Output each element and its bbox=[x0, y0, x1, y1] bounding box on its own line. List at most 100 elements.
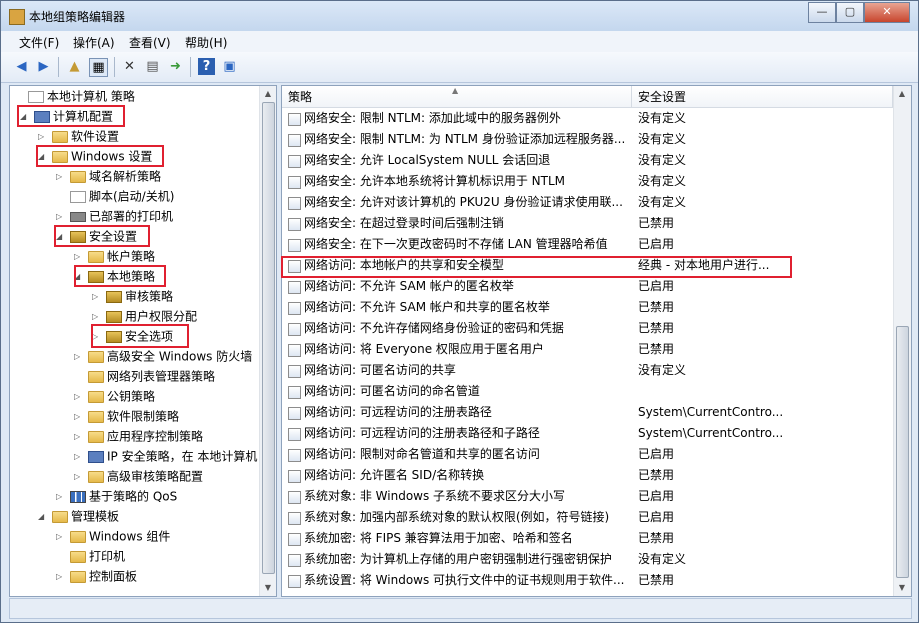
tree-item-public-key-policies[interactable]: ▷ 公钥策略 bbox=[74, 386, 155, 406]
delete-icon[interactable]: ✕ bbox=[121, 58, 138, 75]
close-button[interactable]: ✕ bbox=[864, 2, 910, 23]
expand-arrow-icon[interactable]: ▷ bbox=[56, 527, 66, 547]
forward-arrow-icon[interactable]: ▶ bbox=[35, 58, 52, 75]
expand-arrow-icon[interactable]: ▷ bbox=[74, 427, 84, 447]
tree-item-account-policies[interactable]: ▷ 帐户策略 bbox=[74, 246, 155, 266]
expand-arrow-icon[interactable]: ▷ bbox=[74, 407, 84, 427]
policy-row[interactable]: 系统加密: 为计算机上存储的用户密钥强制进行强密钥保护 没有定义 bbox=[282, 549, 893, 570]
title-bar[interactable]: 本地组策略编辑器 — ▢ ✕ bbox=[1, 1, 918, 31]
help-icon[interactable]: ? bbox=[198, 58, 215, 75]
policy-item-icon bbox=[288, 407, 301, 420]
back-arrow-icon[interactable]: ◀ bbox=[13, 58, 30, 75]
tree-item-control-panel[interactable]: ▷ 控制面板 bbox=[56, 566, 137, 586]
policy-doc-icon bbox=[28, 90, 44, 103]
expand-arrow-icon[interactable]: ▷ bbox=[74, 467, 84, 487]
menu-help[interactable]: 帮助(H) bbox=[185, 34, 227, 51]
tree-item-user-rights[interactable]: ▷ 用户权限分配 bbox=[92, 306, 197, 326]
expand-arrow-icon[interactable]: ▷ bbox=[92, 307, 102, 327]
expand-arrow-icon[interactable]: ▷ bbox=[74, 247, 84, 267]
policy-row[interactable]: 网络安全: 允许本地系统将计算机标识用于 NTLM 没有定义 bbox=[282, 171, 893, 192]
export-list-icon[interactable]: ➜ bbox=[167, 58, 184, 75]
column-header-security-setting[interactable]: 安全设置 bbox=[632, 86, 893, 108]
expand-arrow-icon[interactable]: ▷ bbox=[74, 387, 84, 407]
tree-item-windows-components[interactable]: ▷ Windows 组件 bbox=[56, 526, 170, 546]
list-scrollbar[interactable]: ▲ ▼ bbox=[893, 86, 911, 596]
maximize-button[interactable]: ▢ bbox=[836, 2, 864, 23]
policy-list-pane[interactable]: ▲ 策略 安全设置 网络安全: 限制 NTLM: 添加此域中的服务器例外 没有定义… bbox=[281, 85, 912, 597]
tree-scrollbar[interactable]: ▲ ▼ bbox=[259, 86, 276, 596]
policy-row[interactable]: 网络访问: 限制对命名管道和共享的匿名访问 已启用 bbox=[282, 444, 893, 465]
policy-row[interactable]: 网络安全: 允许对该计算机的 PKU2U 身份验证请求使用联... 没有定义 bbox=[282, 192, 893, 213]
tree-item-printers[interactable]: 打印机 bbox=[56, 546, 125, 566]
policy-row[interactable]: 网络访问: 将 Everyone 权限应用于匿名用户 已禁用 bbox=[282, 339, 893, 360]
minimize-button[interactable]: — bbox=[808, 2, 836, 23]
menu-action[interactable]: 操作(A) bbox=[73, 34, 115, 51]
expand-arrow-icon[interactable]: ▷ bbox=[56, 167, 66, 187]
tree-item-policy-based-qos[interactable]: ▷ 基于策略的 QoS bbox=[56, 486, 177, 506]
show-action-pane-icon[interactable]: ▣ bbox=[221, 58, 238, 75]
expand-arrow-icon[interactable]: ▷ bbox=[92, 287, 102, 307]
tree-item-network-list-manager[interactable]: 网络列表管理器策略 bbox=[74, 366, 215, 386]
properties-icon[interactable]: ▤ bbox=[144, 58, 161, 75]
tree-item-admin-templates[interactable]: ◢ 管理模板 bbox=[38, 506, 119, 526]
policy-row[interactable]: 系统设置: 将 Windows 可执行文件中的证书规则用于软件... 已禁用 bbox=[282, 570, 893, 591]
policy-row[interactable]: 网络访问: 可匿名访问的共享 没有定义 bbox=[282, 360, 893, 381]
tree-item-advanced-firewall[interactable]: ▷ 高级安全 Windows 防火墙 bbox=[74, 346, 252, 366]
policy-row[interactable]: 网络访问: 不允许 SAM 帐户和共享的匿名枚举 已禁用 bbox=[282, 297, 893, 318]
policy-row[interactable]: 网络安全: 限制 NTLM: 为 NTLM 身份验证添加远程服务器... 没有定义 bbox=[282, 129, 893, 150]
tree-scroll-thumb[interactable] bbox=[262, 102, 275, 574]
menu-view[interactable]: 查看(V) bbox=[129, 34, 171, 51]
policy-row[interactable]: 系统对象: 非 Windows 子系统不要求区分大小写 已启用 bbox=[282, 486, 893, 507]
expand-arrow-icon[interactable]: ▷ bbox=[56, 487, 66, 507]
expand-arrow-icon[interactable]: ▷ bbox=[74, 447, 84, 467]
tree-item-software-restriction[interactable]: ▷ 软件限制策略 bbox=[74, 406, 179, 426]
collapse-arrow-icon[interactable]: ◢ bbox=[38, 147, 48, 167]
scroll-up-arrow-icon[interactable]: ▲ bbox=[894, 86, 910, 102]
show-tree-icon[interactable]: ▦ bbox=[89, 58, 108, 77]
tree-item-computer-config[interactable]: ◢ 计算机配置 bbox=[20, 106, 113, 126]
policy-row[interactable]: 网络安全: 在超过登录时间后强制注销 已禁用 bbox=[282, 213, 893, 234]
policy-row[interactable]: 网络访问: 不允许 SAM 帐户的匿名枚举 已启用 bbox=[282, 276, 893, 297]
tree-item-windows-settings[interactable]: ◢ Windows 设置 bbox=[38, 146, 152, 166]
scroll-up-arrow-icon[interactable]: ▲ bbox=[260, 86, 276, 102]
policy-row[interactable]: 网络安全: 允许 LocalSystem NULL 会话回退 没有定义 bbox=[282, 150, 893, 171]
tree-item-app-control-policies[interactable]: ▷ 应用程序控制策略 bbox=[74, 426, 203, 446]
tree-item-audit-policy[interactable]: ▷ 审核策略 bbox=[92, 286, 173, 306]
tree-item-advanced-audit[interactable]: ▷ 高级审核策略配置 bbox=[74, 466, 203, 486]
policy-row[interactable]: 网络安全: 在下一次更改密码时不存储 LAN 管理器哈希值 已启用 bbox=[282, 234, 893, 255]
policy-row[interactable]: 网络访问: 可匿名访问的命名管道 bbox=[282, 381, 893, 402]
expand-arrow-icon[interactable]: ▷ bbox=[56, 207, 66, 227]
menu-file[interactable]: 文件(F) bbox=[19, 34, 59, 51]
tree-item-security-options[interactable]: ▷ 安全选项 bbox=[92, 326, 173, 346]
column-header-policy[interactable]: ▲ 策略 bbox=[282, 86, 632, 108]
expand-arrow-icon[interactable]: ▷ bbox=[92, 327, 102, 347]
tree-item-name-resolution-policy[interactable]: ▷ 域名解析策略 bbox=[56, 166, 161, 186]
tree-item-scripts[interactable]: 脚本(启动/关机) bbox=[56, 186, 174, 206]
tree-item-security-settings[interactable]: ◢ 安全设置 bbox=[56, 226, 137, 246]
policy-row[interactable]: 系统对象: 加强内部系统对象的默认权限(例如，符号链接) 已启用 bbox=[282, 507, 893, 528]
expand-arrow-icon[interactable]: ▷ bbox=[56, 567, 66, 587]
policy-row[interactable]: 网络访问: 允许匿名 SID/名称转换 已禁用 bbox=[282, 465, 893, 486]
collapse-arrow-icon[interactable]: ◢ bbox=[56, 227, 66, 247]
policy-row[interactable]: 网络安全: 限制 NTLM: 添加此域中的服务器例外 没有定义 bbox=[282, 108, 893, 129]
policy-row[interactable]: 网络访问: 可远程访问的注册表路径 System\CurrentContro... bbox=[282, 402, 893, 423]
collapse-arrow-icon[interactable]: ◢ bbox=[74, 267, 84, 287]
list-scroll-thumb[interactable] bbox=[896, 326, 909, 578]
tree-pane[interactable]: 本地计算机 策略 ◢ 计算机配置 ▷ 软件设置 ◢ Windows 设置 ▷ 域名解析策… bbox=[9, 85, 277, 597]
policy-row[interactable]: 网络访问: 不允许存储网络身份验证的密码和凭据 已禁用 bbox=[282, 318, 893, 339]
tree-item-ip-security-policies[interactable]: ▷ IP 安全策略，在 本地计算机 bbox=[74, 446, 257, 466]
tree-item-local-computer-policy[interactable]: 本地计算机 策略 bbox=[14, 86, 135, 106]
tree-item-local-policies[interactable]: ◢ 本地策略 bbox=[74, 266, 155, 286]
policy-row[interactable]: 网络访问: 本地帐户的共享和安全模型 经典 - 对本地用户进行... bbox=[282, 255, 893, 276]
tree-item-software-settings[interactable]: ▷ 软件设置 bbox=[38, 126, 119, 146]
collapse-arrow-icon[interactable]: ◢ bbox=[20, 107, 30, 127]
collapse-arrow-icon[interactable]: ◢ bbox=[38, 507, 48, 527]
tree-item-deployed-printers[interactable]: ▷ 已部署的打印机 bbox=[56, 206, 173, 226]
policy-row[interactable]: 系统加密: 将 FIPS 兼容算法用于加密、哈希和签名 已禁用 bbox=[282, 528, 893, 549]
scroll-down-arrow-icon[interactable]: ▼ bbox=[894, 580, 910, 596]
scroll-down-arrow-icon[interactable]: ▼ bbox=[260, 580, 276, 596]
expand-arrow-icon[interactable]: ▷ bbox=[74, 347, 84, 367]
up-folder-icon[interactable]: ▲ bbox=[66, 58, 83, 75]
policy-row[interactable]: 网络访问: 可远程访问的注册表路径和子路径 System\CurrentContr… bbox=[282, 423, 893, 444]
expand-arrow-icon[interactable]: ▷ bbox=[38, 127, 48, 147]
